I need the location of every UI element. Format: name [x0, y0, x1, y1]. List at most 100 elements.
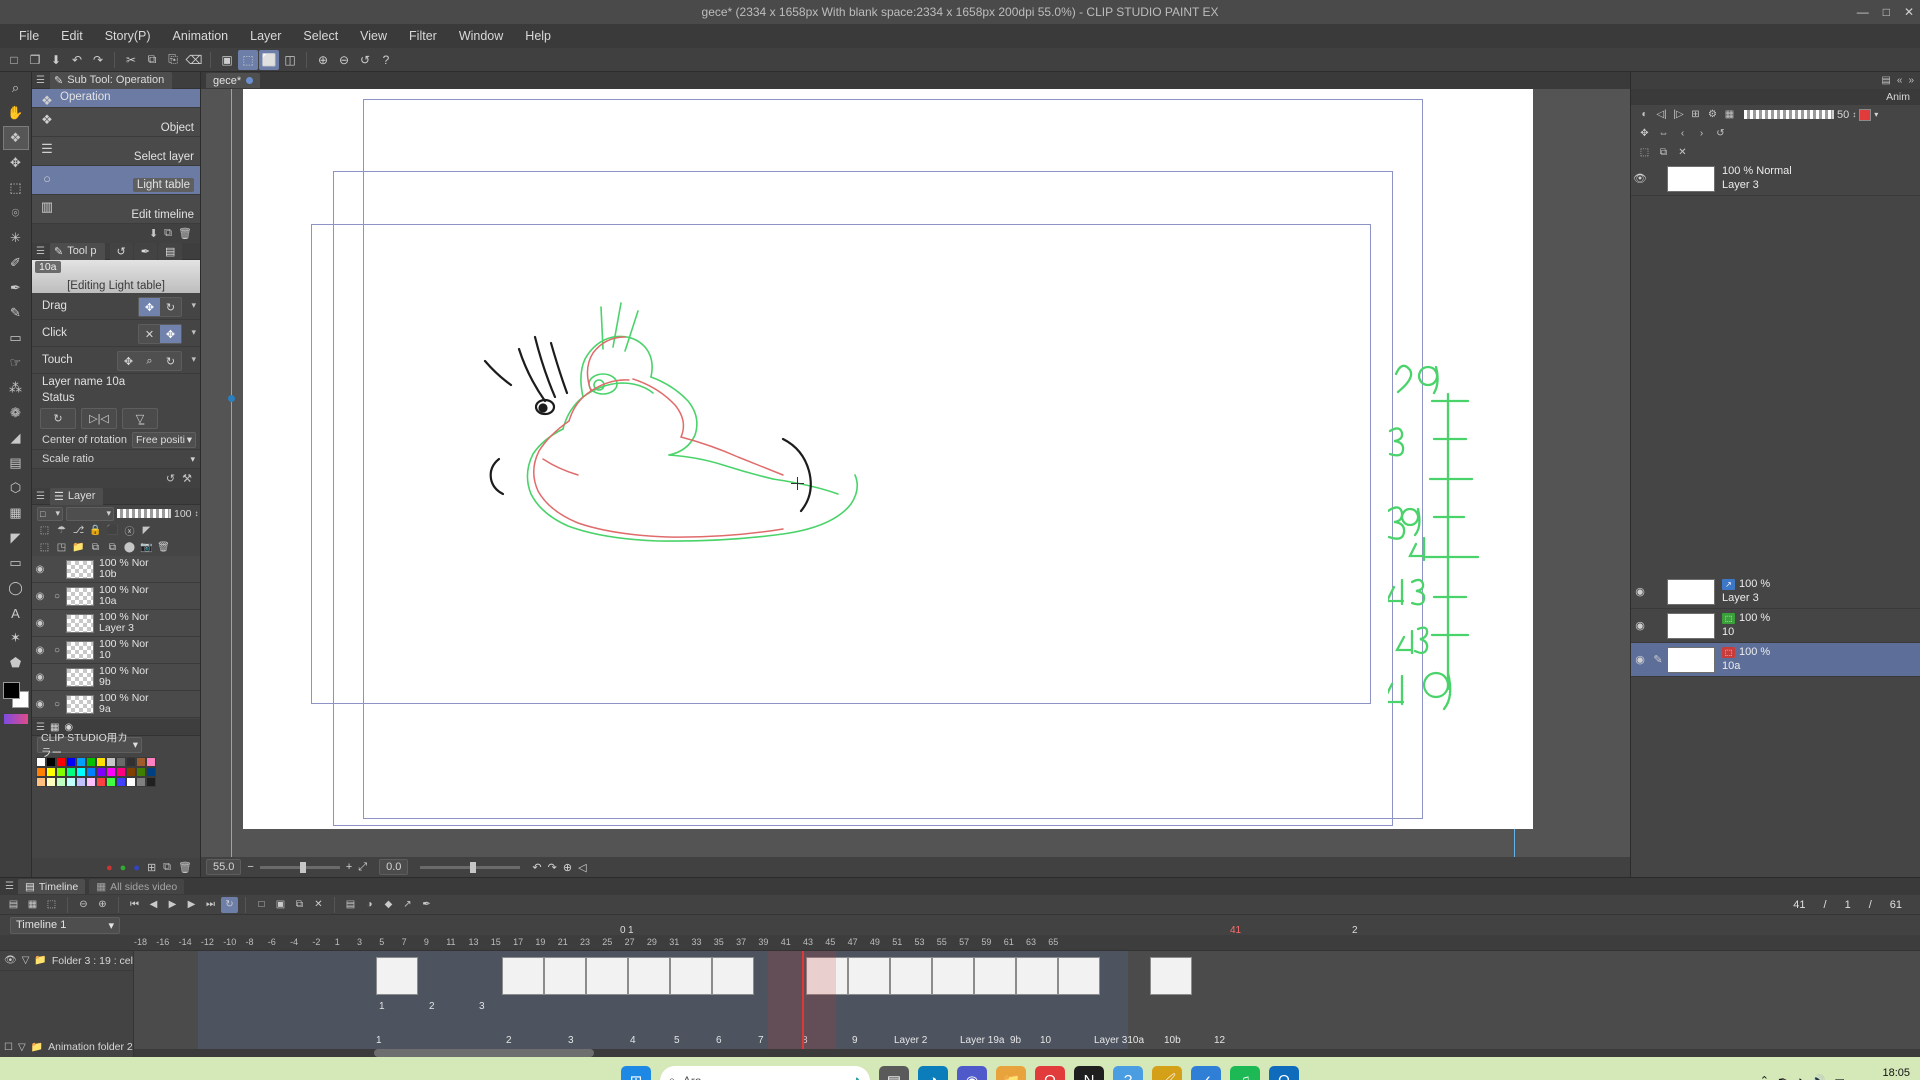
- loop-icon[interactable]: ↻: [221, 896, 238, 913]
- zoom-value[interactable]: 55.0: [206, 859, 242, 875]
- tool-figure[interactable]: ⬡: [3, 476, 29, 500]
- eye-icon[interactable]: ◉: [1631, 619, 1649, 632]
- rotate-icon[interactable]: ↺: [355, 50, 375, 70]
- color-set-selector[interactable]: CLIP STUDIO用カラー ▾: [32, 732, 200, 759]
- layer-palette-menu-icon[interactable]: ☰: [36, 491, 45, 502]
- tool-frame-border[interactable]: ▦: [3, 501, 29, 525]
- new-raster-layer-icon[interactable]: ⬚: [37, 541, 52, 555]
- current-frame[interactable]: 41: [1793, 899, 1805, 911]
- blend-mode-select[interactable]: ▾: [66, 506, 114, 521]
- color-swatch[interactable]: [106, 767, 116, 777]
- reset-view-icon[interactable]: ⊕: [563, 861, 572, 874]
- table-row[interactable]: ◉ 100 % Nor 9b: [32, 664, 200, 691]
- tool-correct-line[interactable]: ✶: [3, 626, 29, 650]
- menu-item-window[interactable]: Window: [448, 26, 514, 46]
- timeline-cel[interactable]: [974, 957, 1016, 995]
- subtool-item-light-table[interactable]: ○ Light table: [32, 166, 200, 195]
- flip-vertical-button[interactable]: ▽̲: [122, 408, 158, 429]
- keyframe-icon[interactable]: ◆: [380, 897, 397, 913]
- tool-balloon[interactable]: ◯: [3, 576, 29, 600]
- drag-move-option[interactable]: ✥: [139, 298, 160, 316]
- import-subtool-icon[interactable]: ⬇: [149, 227, 158, 240]
- eye-icon[interactable]: 👁: [1631, 172, 1649, 185]
- set-draft-icon[interactable]: ⓧ: [122, 524, 137, 538]
- menu-item-edit[interactable]: Edit: [50, 26, 94, 46]
- lt-prev-icon[interactable]: ‹: [1675, 127, 1690, 141]
- fit-icon[interactable]: ⤢: [358, 861, 367, 874]
- mask-icon[interactable]: ☂: [54, 524, 69, 538]
- start-button-icon[interactable]: ⊞: [621, 1065, 651, 1080]
- help-icon[interactable]: ?: [376, 50, 396, 70]
- tool-pencil[interactable]: ✎: [3, 301, 29, 325]
- collapse-icon[interactable]: «: [1897, 75, 1903, 86]
- copy-icon[interactable]: ⧉: [142, 50, 162, 70]
- rotation-value[interactable]: 0.0: [379, 859, 409, 875]
- tool-auto-select[interactable]: ✳: [3, 226, 29, 250]
- eye-icon[interactable]: ◉: [32, 672, 48, 683]
- timeline-cel[interactable]: [586, 957, 628, 995]
- delete-cel-icon[interactable]: ✕: [310, 897, 327, 913]
- color-swatch[interactable]: [86, 767, 96, 777]
- delete-subtool-icon[interactable]: 🗑: [178, 227, 192, 240]
- active-cel-row[interactable]: 👁 100 % Normal Layer 3: [1631, 162, 1920, 196]
- timeline-cel[interactable]: [376, 957, 418, 995]
- subtool-menu-icon[interactable]: ☰: [36, 75, 45, 86]
- color-swatch[interactable]: [126, 767, 136, 777]
- play-icon[interactable]: ▶: [164, 897, 181, 913]
- tool-panel[interactable]: ▭: [3, 551, 29, 575]
- layer-kind-select[interactable]: □ ▾: [37, 506, 63, 521]
- subtool-item-edit-timeline[interactable]: ▥ Edit timeline: [32, 195, 200, 224]
- light-table-icon[interactable]: ✎: [1649, 653, 1667, 666]
- explorer-icon[interactable]: 📁: [996, 1065, 1026, 1080]
- maximize-button[interactable]: □: [1883, 5, 1890, 19]
- layer-tab[interactable]: ☰ Layer: [49, 487, 104, 505]
- timeline-marker[interactable]: 1: [628, 925, 634, 936]
- rotate-right-icon[interactable]: ↷: [548, 861, 557, 874]
- end-frame[interactable]: 61: [1890, 899, 1902, 911]
- flip-horizontal-button[interactable]: ▷|◁: [81, 408, 117, 429]
- battery-icon[interactable]: ▭: [1835, 1074, 1845, 1080]
- canvas-paper[interactable]: [243, 89, 1533, 829]
- close-button[interactable]: ✕: [1904, 5, 1914, 19]
- color-swatch[interactable]: [126, 777, 136, 787]
- copilot-icon[interactable]: ◗: [853, 1072, 862, 1080]
- color-green-dot[interactable]: ●: [120, 862, 127, 874]
- timeline-cel[interactable]: [848, 957, 890, 995]
- teams-icon[interactable]: ◉: [957, 1065, 987, 1080]
- tool-marquee[interactable]: ⬚: [3, 176, 29, 200]
- tool-ruler[interactable]: ◤: [3, 526, 29, 550]
- timeline-marker[interactable]: 2: [1352, 925, 1358, 936]
- layer-mask-icon[interactable]: ⬤: [122, 541, 137, 555]
- timeline-tab[interactable]: ▤ Timeline: [17, 879, 86, 894]
- timeline-hscrollbar-thumb[interactable]: [374, 1049, 594, 1057]
- history-tab[interactable]: ↺: [109, 242, 133, 260]
- duplicate-color-icon[interactable]: ⧉: [163, 861, 171, 874]
- light-table-opacity-slider[interactable]: [1744, 110, 1834, 119]
- menu-item-file[interactable]: File: [8, 26, 50, 46]
- clear-icon[interactable]: ⌫: [184, 50, 204, 70]
- color-swatch[interactable]: [116, 777, 126, 787]
- timeline-cel[interactable]: [1058, 957, 1100, 995]
- interpolation-icon[interactable]: ↗: [399, 897, 416, 913]
- color-blue-dot[interactable]: ●: [133, 862, 140, 874]
- timeline-cel[interactable]: [1016, 957, 1058, 995]
- wifi-icon[interactable]: ◔: [1796, 1075, 1803, 1080]
- eye-icon[interactable]: ◉: [32, 618, 48, 629]
- edit-timeline-icon[interactable]: ⬚: [43, 897, 60, 913]
- transfer-down-icon[interactable]: ⧉: [88, 541, 103, 555]
- invert-selection-icon[interactable]: ◫: [280, 50, 300, 70]
- timeline-hscrollbar[interactable]: [134, 1049, 1920, 1057]
- lt-flip-h-icon[interactable]: ⇔: [1656, 127, 1671, 141]
- timeline-cel[interactable]: [1150, 957, 1192, 995]
- animation-panel-icon[interactable]: ▤: [1881, 75, 1890, 86]
- subtool-tab[interactable]: ✎ Sub Tool: Operation: [49, 71, 173, 89]
- light-table-toggle-icon[interactable]: ▤: [342, 897, 359, 913]
- color-swatch[interactable]: [46, 777, 56, 787]
- pen-icon[interactable]: ✒: [418, 897, 435, 913]
- timeline-marker[interactable]: 0: [620, 925, 626, 936]
- undo-icon[interactable]: ↶: [67, 50, 87, 70]
- new-timeline-icon[interactable]: ▤: [5, 897, 22, 913]
- guide-line-left[interactable]: [228, 89, 235, 857]
- eye-icon[interactable]: ◉: [1631, 653, 1649, 666]
- timeline-track-lane[interactable]: 123 1 2 3 4 5 6 7 8 9 Layer 2 Layer 19a 9b 10 Layer 3…: [134, 951, 1920, 1057]
